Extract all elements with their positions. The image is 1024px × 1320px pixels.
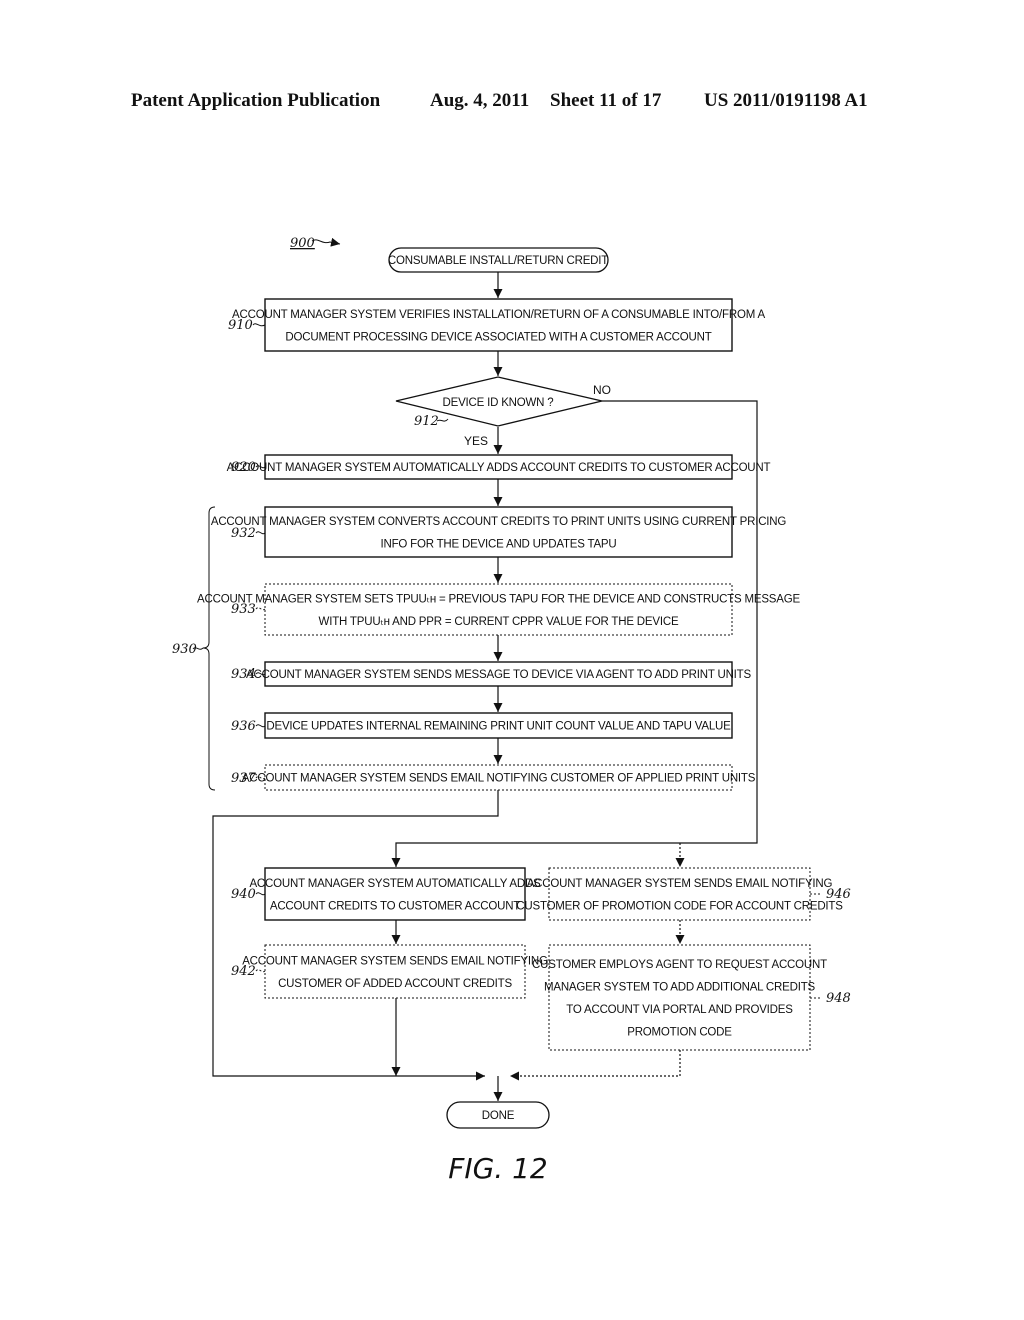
step-ref-number: 934 bbox=[231, 667, 256, 682]
step-936: DEVICE UPDATES INTERNAL REMAINING PRINT … bbox=[231, 712, 733, 739]
figure-caption: FIG. 12 bbox=[448, 1152, 548, 1185]
step-text-line: CUSTOMER OF ADDED ACCOUNT CREDITS bbox=[278, 978, 512, 990]
step-942: ACCOUNT MANAGER SYSTEM SENDS EMAIL NOTIF… bbox=[231, 944, 548, 999]
figure-ref-arrow bbox=[311, 237, 341, 247]
flowchart: 900 CONSUMABLE INSTALL/RETURN CREDIT DEV… bbox=[172, 236, 851, 1185]
step-ref-number: 940 bbox=[231, 887, 256, 902]
connector-948-done bbox=[510, 1050, 681, 1081]
step-937: ACCOUNT MANAGER SYSTEM SENDS EMAIL NOTIF… bbox=[231, 764, 756, 791]
step-ref-leader bbox=[255, 724, 266, 728]
start-terminal: CONSUMABLE INSTALL/RETURN CREDIT bbox=[388, 247, 609, 273]
step-text-line: ACCOUNT MANAGER SYSTEM SENDS MESSAGE TO … bbox=[246, 669, 751, 681]
step-text-line: ACCOUNT MANAGER SYSTEM SETS TPUUₜʜ = PRE… bbox=[197, 593, 800, 605]
step-946: ACCOUNT MANAGER SYSTEM SENDS EMAIL NOTIF… bbox=[516, 867, 851, 921]
step-text-line: CUSTOMER EMPLOYS AGENT TO REQUEST ACCOUN… bbox=[532, 959, 827, 971]
step-text-line: ACCOUNT CREDITS TO CUSTOMER ACCOUNT bbox=[270, 900, 520, 912]
step-ref-number: 932 bbox=[231, 526, 256, 541]
step-text-line: INFO FOR THE DEVICE AND UPDATES TAPU bbox=[380, 538, 616, 550]
step-934: ACCOUNT MANAGER SYSTEM SENDS MESSAGE TO … bbox=[231, 661, 752, 687]
step-940: ACCOUNT MANAGER SYSTEM AUTOMATICALLY ADD… bbox=[231, 867, 541, 921]
group-brace bbox=[202, 506, 216, 791]
step-text-line: ACCOUNT MANAGER SYSTEM AUTOMATICALLY ADD… bbox=[249, 878, 541, 890]
step-text-line: TO ACCOUNT VIA PORTAL AND PROVIDES bbox=[566, 1004, 793, 1016]
figure-ref: 900 bbox=[290, 236, 315, 251]
step-ref-leader bbox=[252, 323, 266, 327]
decision-ref: 912 bbox=[414, 414, 439, 429]
step-text-line: WITH TPUUₜʜ AND PPR = CURRENT CPPR VALUE… bbox=[319, 616, 679, 628]
step-910: ACCOUNT MANAGER SYSTEM VERIFIES INSTALLA… bbox=[228, 298, 766, 352]
group-ref: 930 bbox=[172, 642, 197, 657]
step-ref-number: 910 bbox=[228, 318, 253, 333]
step-933: ACCOUNT MANAGER SYSTEM SETS TPUUₜʜ = PRE… bbox=[197, 583, 801, 636]
group-930: 930 bbox=[172, 506, 216, 791]
step-text-line: ACCOUNT MANAGER SYSTEM SENDS EMAIL NOTIF… bbox=[242, 773, 756, 785]
decision-device-id: DEVICE ID KNOWN ? 912 NO YES bbox=[395, 376, 611, 448]
connector-937-done bbox=[212, 790, 499, 1081]
step-ref-number: 920 bbox=[231, 460, 256, 475]
step-text-line: DOCUMENT PROCESSING DEVICE ASSOCIATED WI… bbox=[285, 331, 711, 343]
step-ref-leader bbox=[255, 969, 266, 973]
step-ref-number: 936 bbox=[231, 719, 256, 734]
step-ref-leader bbox=[255, 892, 266, 896]
step-932: ACCOUNT MANAGER SYSTEM CONVERTS ACCOUNT … bbox=[211, 506, 787, 558]
step-text-line: ACCOUNT MANAGER SYSTEM CONVERTS ACCOUNT … bbox=[211, 516, 787, 528]
step-ref-leader bbox=[255, 607, 266, 611]
step-ref-number: 933 bbox=[231, 602, 256, 617]
end-label: DONE bbox=[482, 1110, 515, 1122]
step-ref-number: 942 bbox=[231, 964, 256, 979]
step-ref-number: 948 bbox=[826, 991, 851, 1006]
step-ref-number: 937 bbox=[231, 771, 257, 786]
step-text-line: DEVICE UPDATES INTERNAL REMAINING PRINT … bbox=[266, 721, 731, 733]
step-text-line: ACCOUNT MANAGER SYSTEM SENDS EMAIL NOTIF… bbox=[527, 878, 833, 890]
step-text-line: CUSTOMER OF PROMOTION CODE FOR ACCOUNT C… bbox=[516, 900, 843, 912]
decision-label: DEVICE ID KNOWN ? bbox=[443, 397, 554, 409]
step-text-line: MANAGER SYSTEM TO ADD ADDITIONAL CREDITS bbox=[544, 981, 816, 993]
decision-no-label: NO bbox=[593, 383, 611, 397]
step-text-line: ACCOUNT MANAGER SYSTEM VERIFIES INSTALLA… bbox=[232, 309, 765, 321]
step-text-line: PROMOTION CODE bbox=[627, 1026, 732, 1038]
step-920: ACCOUNT MANAGER SYSTEM AUTOMATICALLY ADD… bbox=[227, 454, 771, 480]
end-terminal: DONE bbox=[446, 1101, 550, 1129]
step-948: CUSTOMER EMPLOYS AGENT TO REQUEST ACCOUN… bbox=[532, 944, 851, 1051]
step-ref-number: 946 bbox=[826, 887, 851, 902]
step-ref-leader bbox=[255, 531, 266, 535]
decision-yes-label: YES bbox=[464, 434, 488, 448]
start-label: CONSUMABLE INSTALL/RETURN CREDIT bbox=[388, 255, 608, 267]
step-box bbox=[264, 944, 526, 999]
step-text-line: ACCOUNT MANAGER SYSTEM SENDS EMAIL NOTIF… bbox=[242, 955, 548, 967]
step-text-line: ACCOUNT MANAGER SYSTEM AUTOMATICALLY ADD… bbox=[227, 462, 771, 474]
